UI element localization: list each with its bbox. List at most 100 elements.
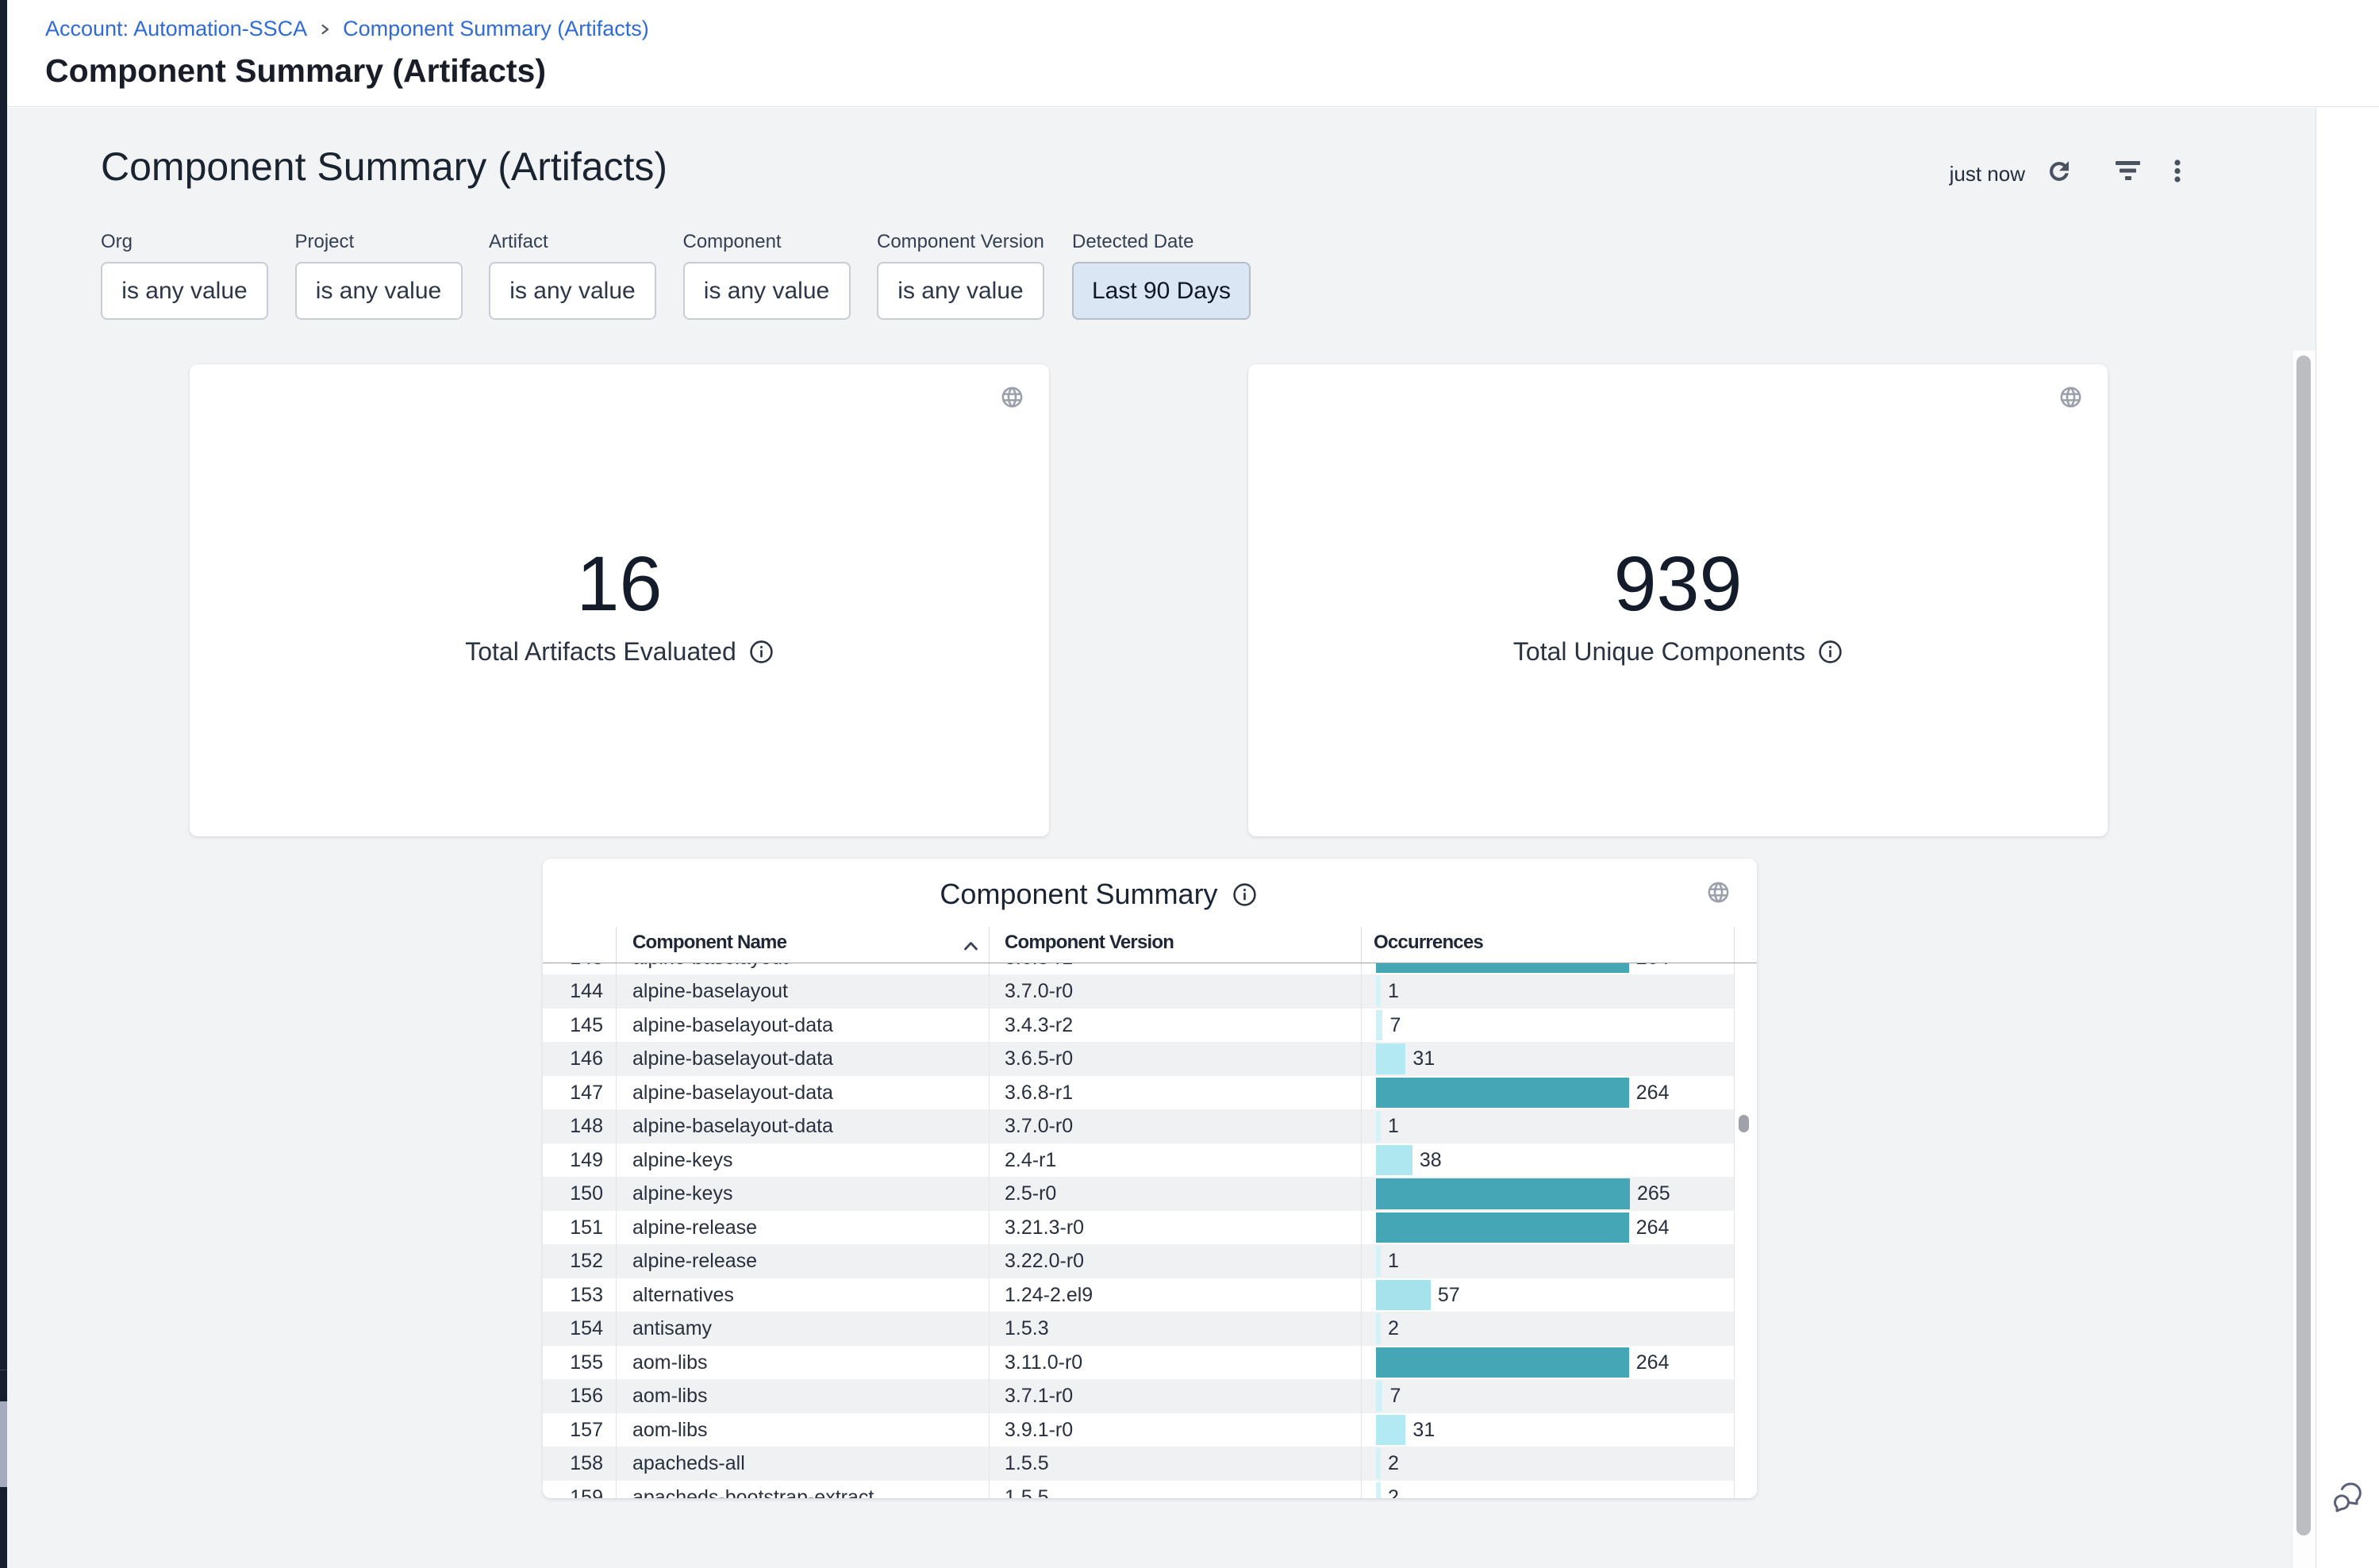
filter-value-component[interactable]: is any value bbox=[683, 262, 851, 320]
column-divider bbox=[989, 963, 990, 1498]
cell-component-name: alpine-release bbox=[632, 1211, 757, 1245]
filter-value-org[interactable]: is any value bbox=[101, 262, 268, 320]
component-summary-table-card: Component Summary Component Name Compone… bbox=[543, 859, 1757, 1498]
tile-value: 16 bbox=[190, 540, 1049, 628]
globe-icon bbox=[1706, 880, 1731, 909]
breadcrumb-account-link[interactable]: Account: Automation-SSCA bbox=[45, 17, 307, 41]
tile-label: Total Artifacts Evaluated bbox=[465, 637, 736, 667]
filter-icon bbox=[2115, 159, 2142, 184]
cell-component-name: alpine-keys bbox=[632, 1177, 732, 1211]
cell-component-name: antisamy bbox=[632, 1312, 712, 1346]
column-divider bbox=[989, 927, 990, 963]
table-row-154[interactable]: 154antisamy1.5.32 bbox=[543, 1312, 1734, 1346]
help-chat-button[interactable] bbox=[2331, 1480, 2366, 1515]
table-row-148[interactable]: 148alpine-baselayout-data3.7.0-r01 bbox=[543, 1109, 1734, 1143]
column-divider bbox=[616, 963, 617, 1498]
cell-occurrences: 31 bbox=[1412, 1042, 1435, 1076]
row-index: 158 bbox=[543, 1447, 603, 1481]
table-row-158[interactable]: 158apacheds-all1.5.52 bbox=[543, 1447, 1734, 1481]
occurrence-bar bbox=[1376, 1078, 1629, 1109]
cell-component-name: alpine-baselayout bbox=[632, 963, 788, 974]
row-index: 147 bbox=[543, 1076, 603, 1110]
row-index: 143 bbox=[543, 963, 603, 974]
refresh-icon bbox=[2046, 158, 2073, 185]
table-row-156[interactable]: 156aom-libs3.7.1-r07 bbox=[543, 1379, 1734, 1413]
tile-label-row: Total Unique Components bbox=[1248, 637, 2108, 667]
cell-component-name: alpine-release bbox=[632, 1244, 757, 1278]
column-header-component-version[interactable]: Component Version bbox=[1005, 932, 1174, 954]
tile-value: 939 bbox=[1248, 540, 2108, 628]
info-icon[interactable] bbox=[749, 640, 774, 664]
dashboard-scrollbar-track[interactable] bbox=[2292, 351, 2316, 1568]
table-row-147[interactable]: 147alpine-baselayout-data3.6.8-r1264 bbox=[543, 1076, 1734, 1110]
cell-component-version: 3.22.0-r0 bbox=[1005, 1244, 1084, 1278]
table-title: Component Summary bbox=[940, 878, 1217, 911]
table-row-155[interactable]: 155aom-libs3.11.0-r0264 bbox=[543, 1346, 1734, 1380]
filter-value-project[interactable]: is any value bbox=[295, 262, 463, 320]
table-row-151[interactable]: 151alpine-release3.21.3-r0264 bbox=[543, 1211, 1734, 1245]
table-row-157[interactable]: 157aom-libs3.9.1-r031 bbox=[543, 1413, 1734, 1447]
cell-occurrences: 264 bbox=[1636, 1211, 1670, 1245]
table-row-144[interactable]: 144alpine-baselayout3.7.0-r01 bbox=[543, 974, 1734, 1009]
filter-label-detected-date: Detected Date bbox=[1072, 231, 1193, 253]
page-title: Component Summary (Artifacts) bbox=[45, 52, 546, 90]
cell-component-version: 3.7.0-r0 bbox=[1005, 1109, 1073, 1143]
side-rail-scroll-thumb[interactable] bbox=[0, 1401, 7, 1487]
row-index: 150 bbox=[543, 1177, 603, 1211]
cell-component-name: alpine-baselayout-data bbox=[632, 1042, 833, 1076]
occurrence-bar bbox=[1376, 1415, 1405, 1446]
occurrence-bar bbox=[1376, 1043, 1405, 1074]
breadcrumb-page-link[interactable]: Component Summary (Artifacts) bbox=[343, 17, 649, 41]
row-index: 145 bbox=[543, 1009, 603, 1043]
info-icon[interactable] bbox=[1818, 640, 1843, 664]
table-row-149[interactable]: 149alpine-keys2.4-r138 bbox=[543, 1143, 1734, 1178]
cell-occurrences: 7 bbox=[1389, 1379, 1401, 1413]
page-header: Account: Automation-SSCA Component Summa… bbox=[7, 0, 2379, 107]
cell-component-name: alpine-baselayout-data bbox=[632, 1076, 833, 1110]
filter-value-component-version[interactable]: is any value bbox=[877, 262, 1044, 320]
row-index: 146 bbox=[543, 1042, 603, 1076]
column-divider bbox=[1361, 927, 1362, 963]
column-header-occurrences[interactable]: Occurrences bbox=[1374, 932, 1483, 954]
row-index: 159 bbox=[543, 1481, 603, 1499]
table-row-143[interactable]: 143alpine-baselayout3.6.8-r1264 bbox=[543, 963, 1734, 974]
row-index: 149 bbox=[543, 1143, 603, 1178]
table-row-150[interactable]: 150alpine-keys2.5-r0265 bbox=[543, 1177, 1734, 1211]
column-divider bbox=[1734, 927, 1735, 963]
dashboard-scrollbar-thumb[interactable] bbox=[2296, 355, 2311, 1535]
collapsed-side-rail bbox=[0, 0, 7, 1568]
right-gutter bbox=[2317, 108, 2379, 1568]
chat-bubbles-icon bbox=[2331, 1480, 2366, 1515]
cell-component-version: 3.7.0-r0 bbox=[1005, 974, 1073, 1009]
cell-occurrences: 1 bbox=[1388, 1109, 1399, 1143]
globe-icon bbox=[2058, 385, 2083, 413]
filter-label-project: Project bbox=[295, 231, 355, 253]
cell-occurrences: 1 bbox=[1388, 974, 1399, 1009]
tile-total-unique-components: 939 Total Unique Components bbox=[1248, 364, 2108, 836]
occurrence-bar bbox=[1376, 1448, 1381, 1479]
table-row-152[interactable]: 152alpine-release3.22.0-r01 bbox=[543, 1244, 1734, 1278]
filter-value-detected-date[interactable]: Last 90 Days bbox=[1072, 262, 1251, 320]
cell-occurrences: 2 bbox=[1388, 1447, 1399, 1481]
occurrence-bar bbox=[1376, 1280, 1431, 1311]
info-icon[interactable] bbox=[1232, 882, 1257, 907]
occurrence-bar bbox=[1376, 1246, 1381, 1277]
cell-occurrences: 31 bbox=[1412, 1413, 1435, 1447]
occurrence-bar bbox=[1376, 1213, 1629, 1243]
table-row-146[interactable]: 146alpine-baselayout-data3.6.5-r031 bbox=[543, 1042, 1734, 1076]
column-header-component-name[interactable]: Component Name bbox=[632, 932, 786, 954]
table-row-159[interactable]: 159apacheds-bootstrap-extract1.5.52 bbox=[543, 1481, 1734, 1499]
filter-button[interactable] bbox=[2115, 159, 2142, 188]
cell-occurrences: 2 bbox=[1388, 1481, 1399, 1499]
filter-value-artifact[interactable]: is any value bbox=[489, 262, 656, 320]
table-row-153[interactable]: 153alternatives1.24-2.el957 bbox=[543, 1278, 1734, 1312]
table-row-145[interactable]: 145alpine-baselayout-data3.4.3-r27 bbox=[543, 1009, 1734, 1043]
table-body: 143alpine-baselayout3.6.8-r1264144alpine… bbox=[543, 963, 1757, 1498]
refresh-button[interactable] bbox=[2046, 158, 2073, 189]
cell-component-name: apacheds-all bbox=[632, 1447, 745, 1481]
table-scrollbar-thumb[interactable] bbox=[1739, 1115, 1749, 1132]
dashboard-actions-kebab-button[interactable] bbox=[2170, 158, 2185, 189]
cell-component-name: alpine-baselayout-data bbox=[632, 1009, 833, 1043]
cell-occurrences: 264 bbox=[1636, 1076, 1670, 1110]
tile-label-row: Total Artifacts Evaluated bbox=[190, 637, 1049, 667]
